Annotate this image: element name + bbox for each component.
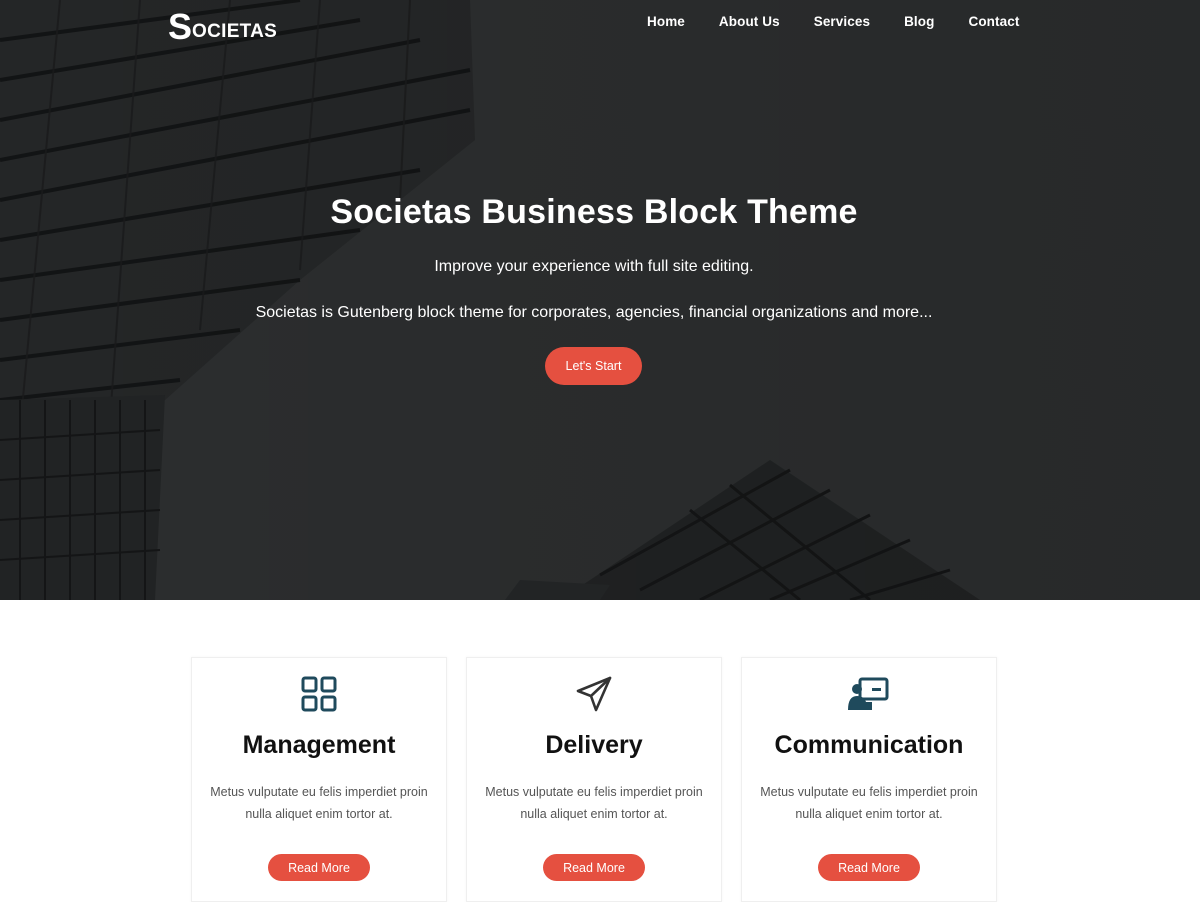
nav-about-us[interactable]: About Us (719, 14, 780, 29)
presentation-icon (742, 674, 996, 714)
nav-contact[interactable]: Contact (968, 14, 1019, 29)
hero-description: Societas is Gutenberg block theme for co… (255, 304, 933, 321)
hero-overlay (0, 0, 1200, 600)
feature-text: Metus vulputate eu felis imperdiet proin… (485, 785, 703, 821)
nav-blog[interactable]: Blog (904, 14, 934, 29)
hero-subtitle: Improve your experience with full site e… (434, 258, 754, 275)
logo-initial: S (168, 6, 193, 47)
feature-card-delivery: Delivery Metus vulputate eu felis imperd… (466, 657, 722, 902)
site-header: S OCIETAS Home About Us Services Blog Co… (0, 0, 1200, 50)
feature-text: Metus vulputate eu felis imperdiet proin… (760, 785, 978, 821)
main-navigation: Home About Us Services Blog Contact (630, 14, 1036, 29)
feature-title: Communication (774, 731, 964, 759)
feature-text: Metus vulputate eu felis imperdiet proin… (210, 785, 428, 821)
feature-card-communication: Communication Metus vulputate eu felis i… (741, 657, 997, 902)
hero-title: Societas Business Block Theme (330, 193, 858, 231)
nav-home[interactable]: Home (647, 14, 685, 29)
feature-card-management: Management Metus vulputate eu felis impe… (191, 657, 447, 902)
logo-text: OCIETAS (192, 21, 278, 42)
hero-section: S OCIETAS Home About Us Services Blog Co… (0, 0, 1200, 600)
site-logo[interactable]: S OCIETAS (168, 5, 277, 45)
lets-start-button[interactable]: Let's Start (545, 347, 642, 385)
read-more-button[interactable]: Read More (268, 854, 370, 881)
feature-title: Management (242, 731, 396, 759)
nav-services[interactable]: Services (814, 14, 870, 29)
read-more-button[interactable]: Read More (818, 854, 920, 881)
read-more-button[interactable]: Read More (543, 854, 645, 881)
paper-plane-icon (467, 674, 721, 714)
grid-icon (192, 674, 446, 714)
feature-title: Delivery (545, 731, 643, 759)
